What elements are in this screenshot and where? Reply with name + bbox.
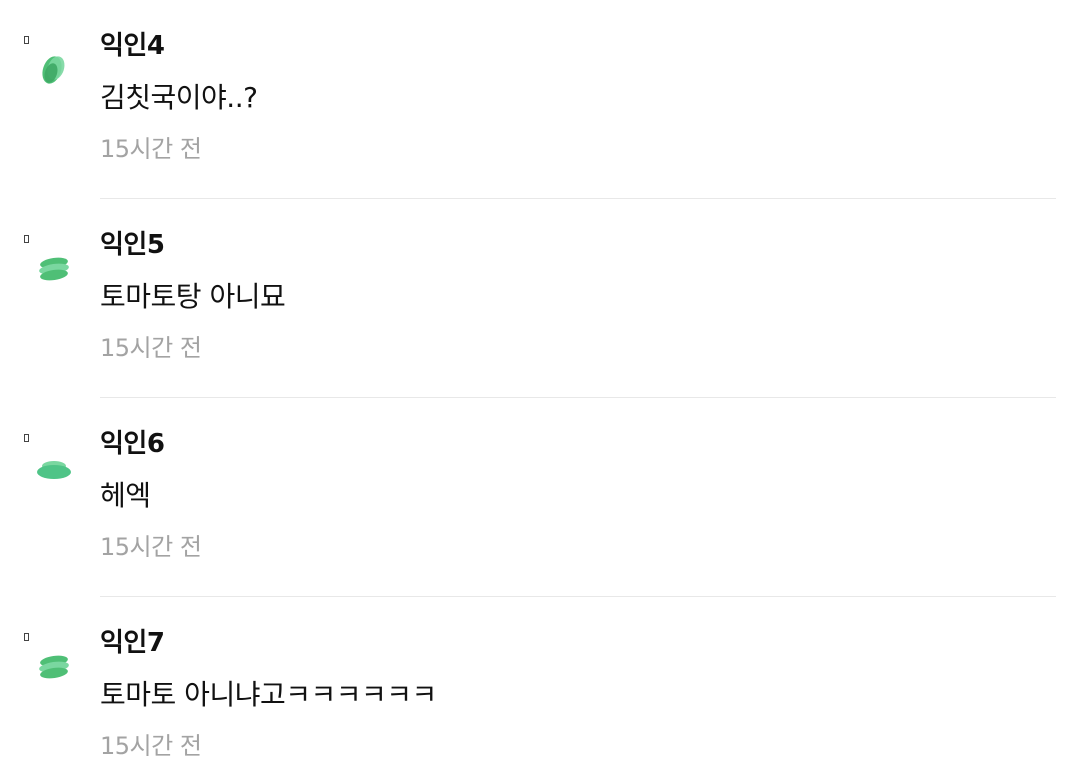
avatar[interactable]: [24, 633, 76, 693]
comment-author[interactable]: 익인6: [100, 426, 1056, 464]
comment-time: 15시간 전: [100, 533, 202, 561]
comment-content: 익인6 헤엑 15시간 전: [100, 426, 1056, 564]
comment-item[interactable]: 익인5 토마토탕 아니묘 15시간 전: [0, 199, 1072, 398]
avatar[interactable]: [24, 434, 76, 494]
green-disc-icon: [37, 461, 71, 479]
comment-time: 15시간 전: [100, 334, 202, 362]
comment-time: 15시간 전: [100, 732, 202, 760]
comment-item[interactable]: 익인7 토마토 아니냐고ㅋㅋㅋㅋㅋㅋ 15시간 전: [0, 597, 1072, 784]
comment-text: 헤엑: [100, 479, 151, 512]
small-rectangle-icon: [24, 36, 29, 44]
comment-content: 익인5 토마토탕 아니묘 15시간 전: [100, 227, 1056, 365]
green-stack-icon: [39, 655, 69, 679]
comment-author[interactable]: 익인4: [100, 28, 1056, 66]
comment-author[interactable]: 익인5: [100, 227, 1056, 265]
comment-author[interactable]: 익인7: [100, 625, 1056, 663]
green-stack-icon: [39, 257, 69, 281]
comment-content: 익인4 김칫국이야..? 15시간 전: [100, 28, 1056, 166]
comment-content: 익인7 토마토 아니냐고ㅋㅋㅋㅋㅋㅋ 15시간 전: [100, 625, 1056, 763]
small-rectangle-icon: [24, 434, 29, 442]
comment-time: 15시간 전: [100, 135, 202, 163]
green-leaf-icon: [42, 56, 65, 84]
comment-text: 김칫국이야..?: [100, 81, 258, 114]
comment-text: 토마토 아니냐고ㅋㅋㅋㅋㅋㅋ: [100, 678, 437, 711]
comment-text: 토마토탕 아니묘: [100, 280, 286, 313]
small-rectangle-icon: [24, 235, 29, 243]
avatar[interactable]: [24, 36, 76, 96]
avatar[interactable]: [24, 235, 76, 295]
comment-list: 익인4 김칫국이야..? 15시간 전 익인5 토마토탕 아니묘 15시간 전: [0, 0, 1072, 784]
comment-item[interactable]: 익인6 헤엑 15시간 전: [0, 398, 1072, 597]
small-rectangle-icon: [24, 633, 29, 641]
comment-item[interactable]: 익인4 김칫국이야..? 15시간 전: [0, 0, 1072, 199]
